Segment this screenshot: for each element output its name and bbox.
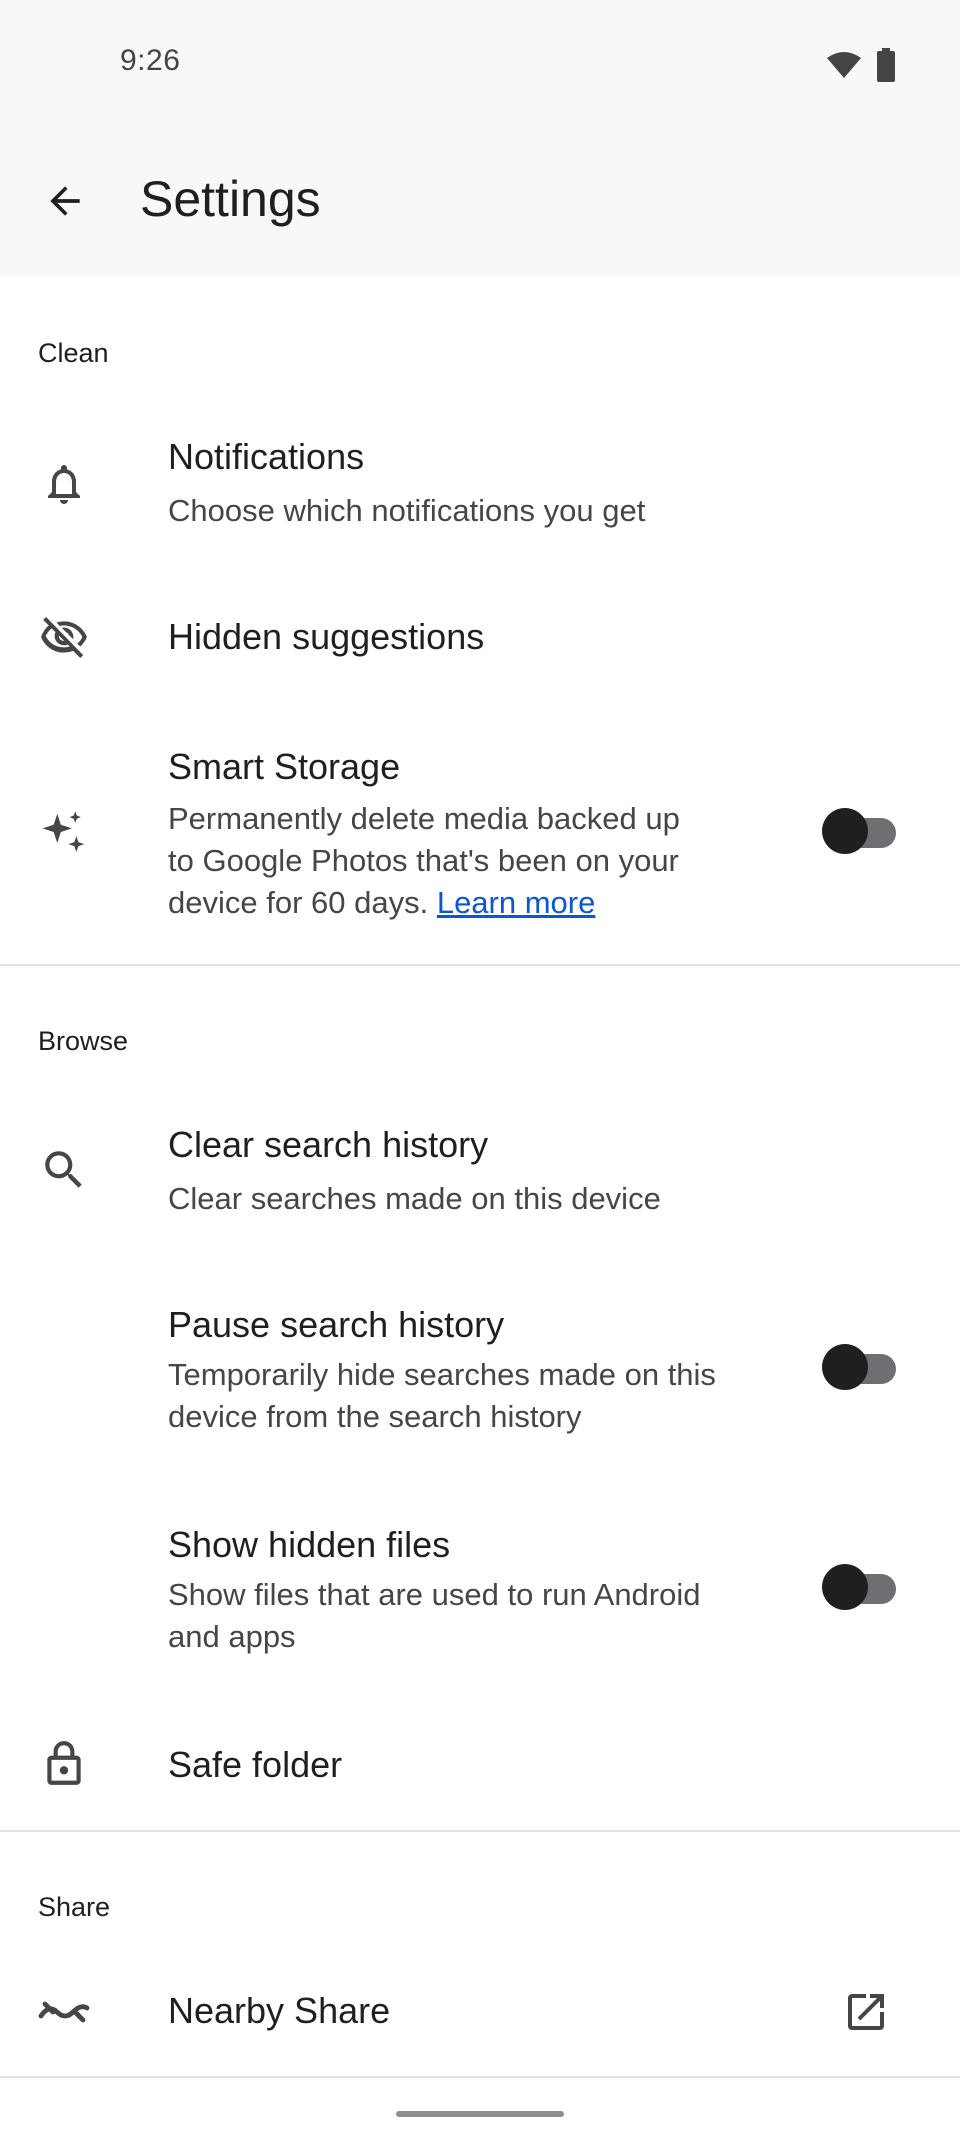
smart-storage-toggle[interactable] [822, 808, 896, 854]
back-button[interactable] [36, 172, 94, 230]
pause-search-history-title: Pause search history [168, 1304, 505, 1345]
toggle-thumb [822, 1344, 868, 1390]
wifi-icon [827, 52, 861, 78]
toggle-thumb [822, 808, 868, 854]
show-hidden-files-title: Show hidden files [168, 1524, 451, 1565]
show-hidden-files-subtitle: Show files that are used to run Android … [168, 1574, 768, 1658]
section-header-share: Share [38, 1892, 111, 1922]
divider [0, 964, 960, 966]
smart-storage-line-3-text: device for 60 days. [168, 885, 429, 920]
smart-storage-line-2: to Google Photos that's been on your [168, 843, 679, 878]
notifications-title: Notifications [168, 436, 365, 477]
top-app-area: 9:26 Settings [0, 0, 960, 276]
status-icons [826, 48, 896, 82]
clear-search-history-subtitle: Clear searches made on this device [168, 1181, 661, 1216]
open-external-icon[interactable] [838, 1984, 894, 2040]
page-title: Settings [140, 171, 321, 227]
section-header-browse: Browse [38, 1026, 129, 1056]
pause-search-line-1: Temporarily hide searches made on this [168, 1357, 716, 1392]
smart-storage-line-3: device for 60 days. Learn more [168, 882, 768, 924]
status-time: 9:26 [120, 44, 181, 77]
pause-search-line-2: device from the search history [168, 1399, 582, 1434]
show-hidden-files-toggle[interactable] [822, 1564, 896, 1610]
smart-storage-title: Smart Storage [168, 746, 401, 787]
sparkle-icon [36, 806, 92, 862]
home-indicator[interactable] [396, 2111, 564, 2117]
arrow-back-icon [50, 186, 80, 216]
hidden-suggestions-title: Hidden suggestions [168, 616, 485, 657]
learn-more-link[interactable]: Learn more [437, 885, 596, 920]
hidden-files-line-2: and apps [168, 1619, 296, 1654]
safe-folder-title: Safe folder [168, 1744, 343, 1785]
eye-off-icon [36, 610, 92, 666]
bell-icon [36, 456, 92, 512]
nearby-share-title: Nearby Share [168, 1990, 391, 2031]
pause-search-history-subtitle: Temporarily hide searches made on this d… [168, 1354, 768, 1438]
smart-storage-subtitle: Permanently delete media backed up to Go… [168, 798, 768, 924]
clear-search-history-title: Clear search history [168, 1124, 489, 1165]
nearby-share-icon [36, 1984, 92, 2040]
battery-icon [877, 48, 895, 82]
lock-icon [36, 1736, 92, 1792]
notifications-subtitle: Choose which notifications you get [168, 493, 646, 528]
divider [0, 2076, 960, 2078]
divider [0, 1830, 960, 1832]
section-header-clean: Clean [38, 338, 109, 368]
toggle-thumb [822, 1564, 868, 1610]
smart-storage-line-1: Permanently delete media backed up [168, 801, 680, 836]
search-icon [36, 1142, 92, 1198]
pause-search-history-toggle[interactable] [822, 1344, 896, 1390]
hidden-files-line-1: Show files that are used to run Android [168, 1577, 701, 1612]
